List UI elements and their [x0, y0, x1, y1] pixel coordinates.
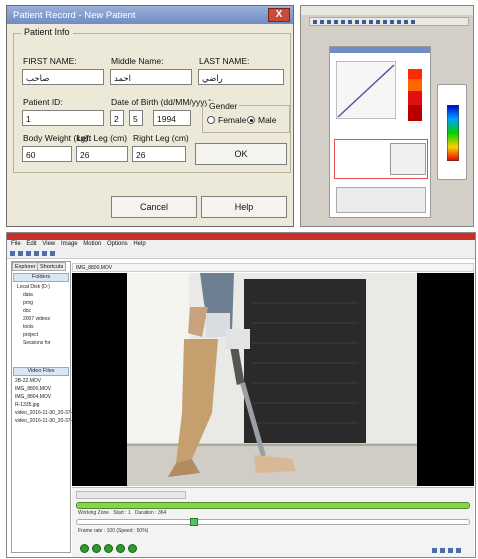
last-name-field[interactable]: راضي: [198, 69, 284, 85]
ok-button[interactable]: OK: [195, 143, 287, 165]
female-radio[interactable]: [207, 116, 215, 124]
middle-name-field[interactable]: احمد: [110, 69, 192, 85]
menu-edit[interactable]: Edit: [26, 241, 36, 247]
menu-image[interactable]: Image: [61, 241, 78, 247]
folder-item[interactable]: Local Disk (D:): [17, 283, 51, 291]
patient-record-dialog: Patient Record - New Patient X Patient I…: [6, 5, 294, 227]
video-toolbar-icons[interactable]: [7, 249, 87, 258]
video-tab-row: IMG_8800.MOV: [72, 263, 474, 272]
last-frame-icon[interactable]: [128, 544, 137, 553]
dob-label: Date of Birth (dd/MM/yyyy):: [111, 97, 214, 107]
play-icon[interactable]: [104, 544, 113, 553]
video-file-item[interactable]: video_2016-11-30_20-37-52: [15, 417, 78, 425]
video-frame-image: [72, 273, 474, 486]
folder-tree: Local Disk (D:) data prog doc 2007 video…: [17, 283, 51, 347]
playback-toolbar[interactable]: [76, 491, 186, 499]
last-name-label: LAST NAME:: [199, 56, 250, 66]
tab-shortcuts[interactable]: Shortcuts: [37, 262, 67, 271]
video-app-titlebar: [7, 233, 475, 240]
video-viewport[interactable]: [72, 273, 474, 486]
folder-item[interactable]: project: [17, 331, 51, 339]
dob-day-field[interactable]: 2: [110, 110, 124, 126]
video-toolbar: [7, 249, 475, 259]
playback-panel: Working Zone Start : 1 Duration : 364 Fr…: [72, 487, 474, 557]
duration-label: Duration : 364: [134, 510, 167, 516]
view-mode-icons[interactable]: [432, 546, 468, 553]
video-file-item[interactable]: IMG_8804.MOV: [15, 393, 78, 401]
left-leg-field[interactable]: 26: [76, 146, 128, 162]
video-menubar: File Edit View Image Motion Options Help: [7, 240, 475, 249]
close-icon[interactable]: X: [268, 8, 290, 22]
dialog-titlebar: Patient Record - New Patient X: [7, 6, 293, 24]
next-frame-icon[interactable]: [116, 544, 125, 553]
legend-panel: [437, 84, 467, 180]
folder-item[interactable]: Sessions for: [17, 339, 51, 347]
previous-frame-icon[interactable]: [92, 544, 101, 553]
folder-item[interactable]: data: [17, 291, 51, 299]
calibration-controls: [336, 187, 426, 213]
video-file-item[interactable]: IMG_8800.MOV: [15, 385, 78, 393]
video-file-item[interactable]: 2B-22.MOV: [15, 377, 78, 385]
cancel-button[interactable]: Cancel: [111, 196, 197, 218]
patient-id-field[interactable]: 1: [22, 110, 104, 126]
folder-item[interactable]: doc: [17, 307, 51, 315]
dob-year-field[interactable]: 1994: [153, 110, 191, 126]
analysis-window: [300, 5, 474, 227]
folders-header: Folders: [13, 273, 69, 282]
start-label: Start : 1: [113, 510, 131, 516]
working-zone-bar[interactable]: [76, 502, 470, 509]
calibration-panel: [329, 46, 431, 218]
legend-gradient: [447, 105, 459, 161]
calibration-titlebar: [330, 47, 430, 53]
male-label: Male: [258, 115, 277, 125]
folder-item[interactable]: prog: [17, 299, 51, 307]
dialog-title: Patient Record - New Patient: [13, 10, 136, 21]
left-leg-label: Left Leg (cm): [77, 133, 128, 143]
timeline-info: Working Zone Start : 1 Duration : 364: [78, 510, 166, 516]
frame-slider[interactable]: [76, 519, 470, 525]
toolbar-icons: [313, 20, 415, 24]
calibration-buttons: [390, 143, 426, 175]
body-weight-field[interactable]: 60: [22, 146, 72, 162]
view-mode-icon-set: [432, 548, 461, 553]
dob-month-field[interactable]: 5: [129, 110, 143, 126]
color-scale-icon: [408, 69, 422, 121]
frame-slider-thumb[interactable]: [190, 518, 198, 526]
first-name-field[interactable]: صاحب: [22, 69, 104, 85]
female-label: Female: [218, 115, 247, 125]
menu-options[interactable]: Options: [107, 241, 128, 247]
video-file-list: 2B-22.MOV IMG_8800.MOV IMG_8804.MOV R-13…: [15, 377, 78, 425]
right-leg-label: Right Leg (cm): [133, 133, 189, 143]
menu-view[interactable]: View: [42, 241, 55, 247]
video-file-item[interactable]: R-1335.jpg: [15, 401, 78, 409]
male-radio[interactable]: [247, 116, 255, 124]
menu-motion[interactable]: Motion: [83, 241, 101, 247]
video-tab[interactable]: IMG_8800.MOV: [76, 265, 112, 271]
frame-rate-label: Frame rate : 100 (Speed : 50%): [78, 528, 149, 534]
first-name-label: FIRST NAME:: [23, 56, 77, 66]
folder-item[interactable]: tools: [17, 323, 51, 331]
calibration-plot: [336, 61, 396, 119]
analysis-menubar: [301, 6, 473, 15]
folder-item[interactable]: 2007 videos: [17, 315, 51, 323]
middle-name-label: Middle Name:: [111, 56, 164, 66]
right-leg-field[interactable]: 26: [132, 146, 186, 162]
video-file-item[interactable]: video_2016-11-30_20-37-49: [15, 409, 78, 417]
first-frame-icon[interactable]: [80, 544, 89, 553]
working-zone-label: Working Zone: [78, 510, 110, 516]
menu-file[interactable]: File: [11, 241, 21, 247]
group-title: Patient Info: [21, 27, 73, 37]
analysis-toolbar: [309, 17, 469, 26]
gender-label: Gender: [207, 101, 240, 111]
tab-explorer[interactable]: Explorer: [12, 262, 39, 271]
video-analysis-window: File Edit View Image Motion Options Help…: [6, 232, 476, 558]
patient-id-label: Patient ID:: [23, 97, 63, 107]
menu-help[interactable]: Help: [133, 241, 145, 247]
video-files-header: Video Files: [13, 367, 69, 376]
help-button[interactable]: Help: [201, 196, 287, 218]
